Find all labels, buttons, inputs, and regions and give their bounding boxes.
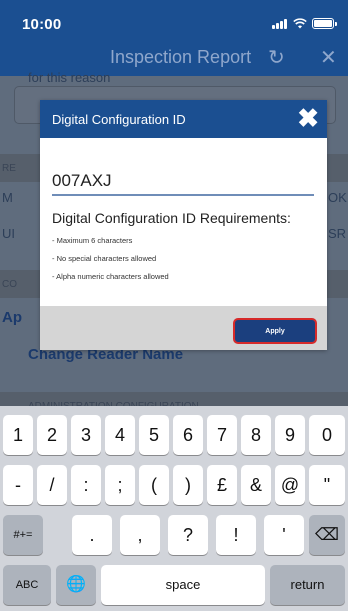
- close-icon[interactable]: ✕: [320, 45, 337, 70]
- key[interactable]: ): [173, 465, 203, 505]
- key[interactable]: 9: [275, 415, 305, 455]
- key[interactable]: .: [72, 515, 112, 555]
- key[interactable]: @: [275, 465, 305, 505]
- row-value: SR: [328, 226, 347, 241]
- key[interactable]: 0: [309, 415, 345, 455]
- status-icons: [272, 17, 337, 29]
- symbols-toggle-key[interactable]: #+=: [3, 515, 43, 555]
- reason-label: for this reason: [28, 70, 111, 85]
- row-label: UI: [2, 226, 15, 241]
- row-label: M: [2, 190, 13, 205]
- status-time: 10:00: [22, 16, 62, 33]
- key[interactable]: 6: [173, 415, 203, 455]
- return-key[interactable]: return: [270, 565, 345, 605]
- wifi-icon: [293, 18, 307, 29]
- status-bar: 10:00: [0, 0, 348, 40]
- key[interactable]: 8: [241, 415, 271, 455]
- battery-icon: [312, 18, 337, 29]
- key[interactable]: ,: [120, 515, 160, 555]
- key[interactable]: ?: [168, 515, 208, 555]
- key[interactable]: ;: [105, 465, 135, 505]
- key[interactable]: 1: [3, 415, 33, 455]
- background-link: Ap: [2, 309, 22, 326]
- keyboard: 1 2 3 4 5 6 7 8 9 0 - / : ; ( ) £ & @ " …: [0, 406, 348, 611]
- requirement-item: - Maximum 6 characters: [52, 236, 133, 245]
- key[interactable]: 5: [139, 415, 169, 455]
- backspace-icon[interactable]: ⌫: [309, 515, 345, 555]
- key[interactable]: 2: [37, 415, 67, 455]
- key[interactable]: 4: [105, 415, 135, 455]
- key[interactable]: ": [309, 465, 345, 505]
- requirement-item: - Alpha numeric characters allowed: [52, 272, 169, 281]
- key[interactable]: 7: [207, 415, 237, 455]
- digital-config-dialog: Digital Configuration ID ✖ Digital Confi…: [40, 100, 327, 350]
- close-icon[interactable]: ✖: [297, 105, 319, 131]
- key[interactable]: !: [216, 515, 256, 555]
- requirement-item: - No special characters allowed: [52, 254, 157, 263]
- key[interactable]: -: [3, 465, 33, 505]
- dialog-header: Digital Configuration ID ✖: [40, 100, 327, 138]
- abc-key[interactable]: ABC: [3, 565, 51, 605]
- key[interactable]: £: [207, 465, 237, 505]
- requirements-title: Digital Configuration ID Requirements:: [52, 210, 291, 226]
- refresh-icon[interactable]: ↻: [268, 45, 285, 70]
- key[interactable]: ': [264, 515, 304, 555]
- key[interactable]: /: [37, 465, 67, 505]
- apply-button[interactable]: Apply: [233, 318, 317, 344]
- signal-icon: [272, 11, 288, 29]
- row-value: OK: [328, 190, 347, 205]
- space-key[interactable]: space: [101, 565, 265, 605]
- dialog-title: Digital Configuration ID: [52, 112, 186, 127]
- key[interactable]: (: [139, 465, 169, 505]
- key[interactable]: &: [241, 465, 271, 505]
- config-id-input[interactable]: [52, 168, 314, 196]
- key[interactable]: :: [71, 465, 101, 505]
- globe-icon[interactable]: 🌐: [56, 565, 96, 605]
- page-title: Inspection Report: [110, 47, 252, 67]
- key[interactable]: 3: [71, 415, 101, 455]
